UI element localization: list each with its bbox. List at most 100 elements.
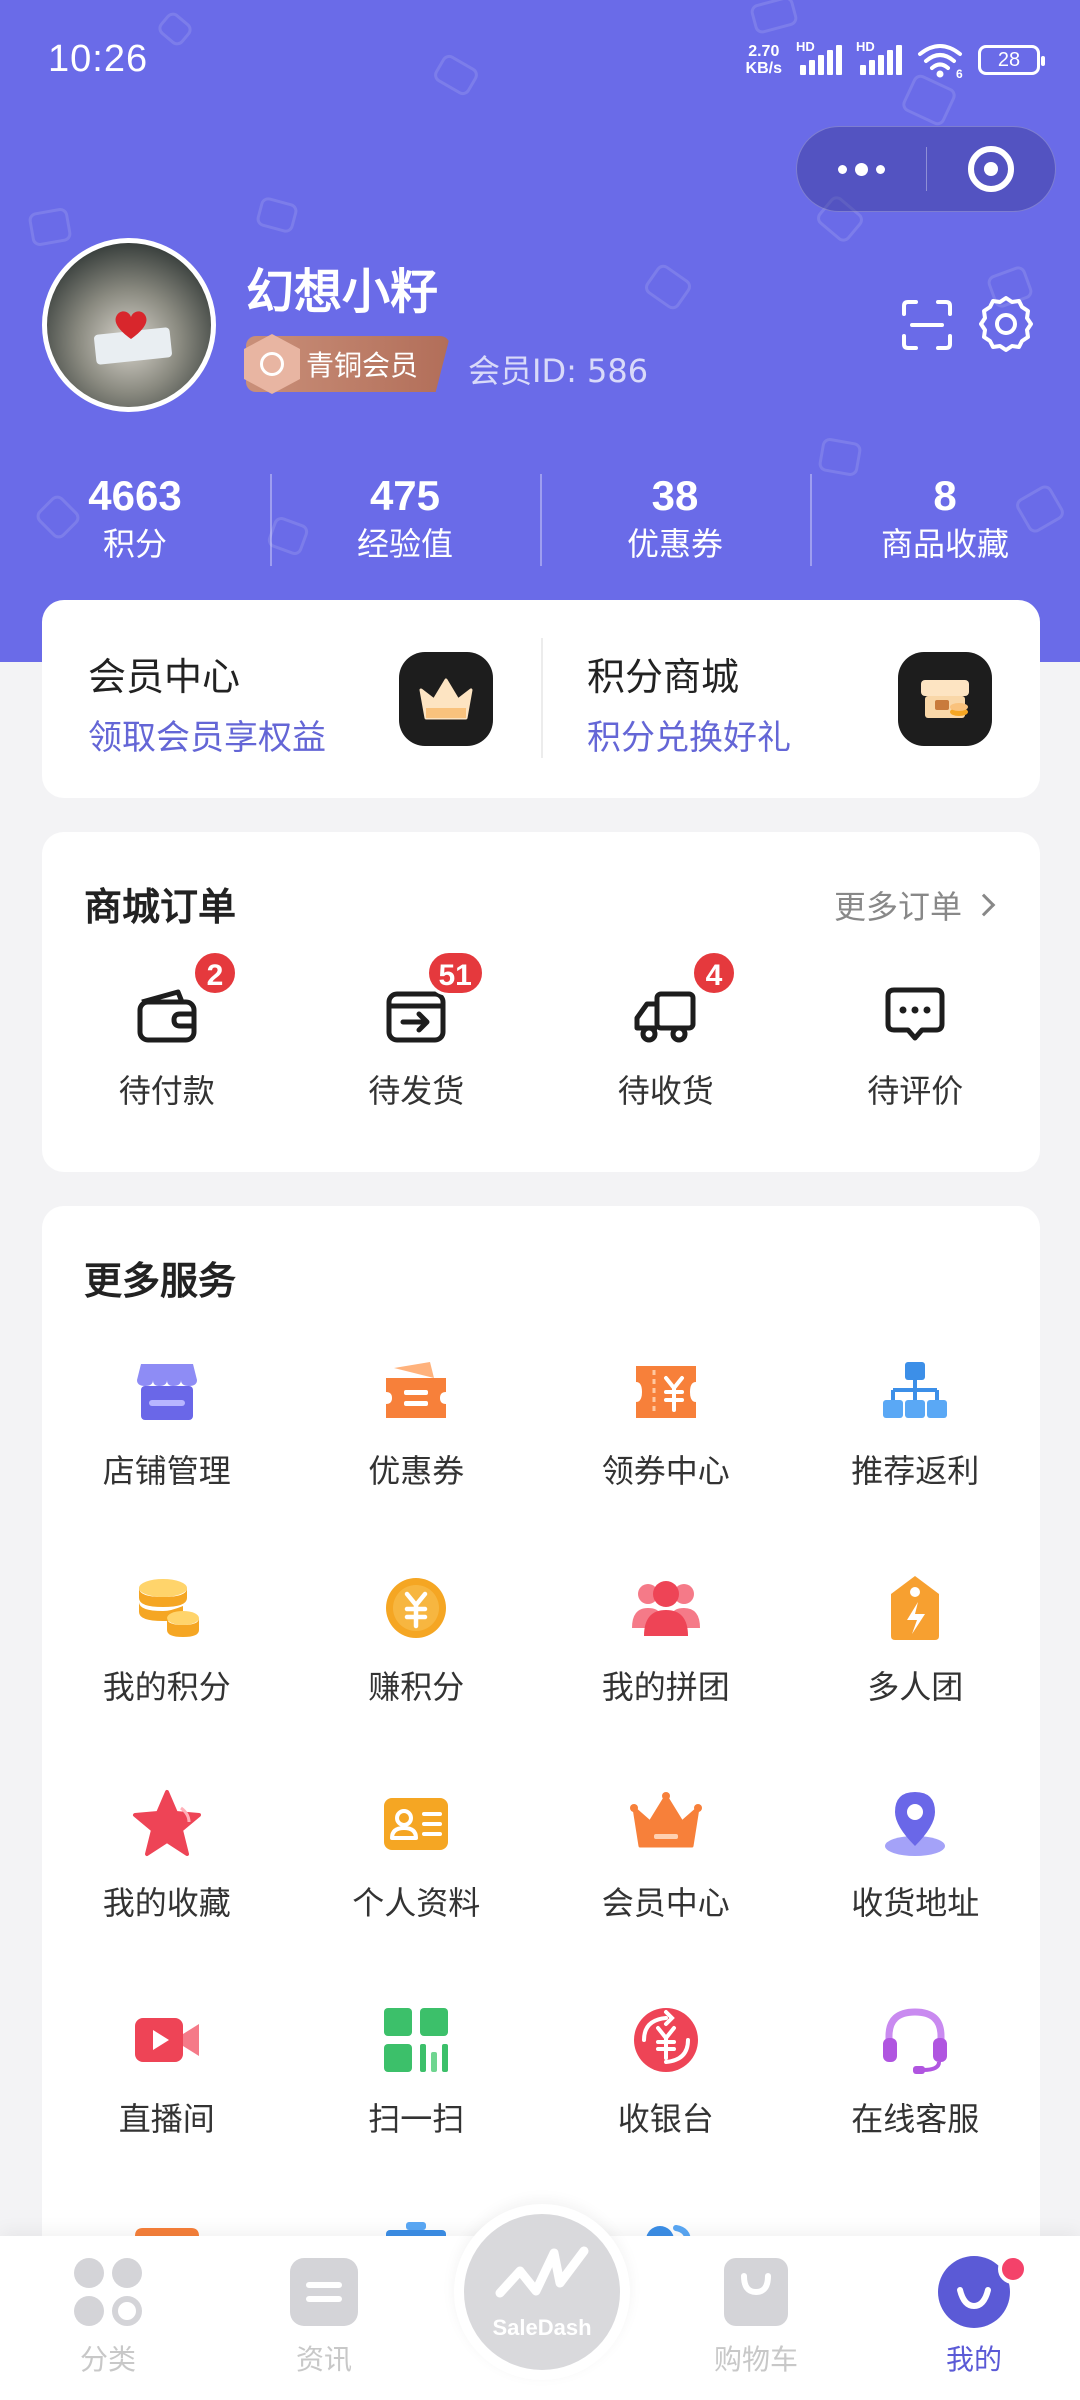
service-label: 收货地址 — [851, 1884, 980, 1922]
service-scan[interactable]: 扫一扫 — [292, 2004, 542, 2138]
stat-label: 积分 — [102, 525, 167, 563]
service-my-points[interactable]: 我的积分 — [42, 1572, 292, 1706]
orders-title: 商城订单 — [84, 885, 237, 929]
signal-icon: HD — [796, 39, 842, 75]
service-store-management[interactable]: 店铺管理 — [42, 1356, 292, 1490]
order-label: 待付款 — [118, 1072, 215, 1110]
tab-label: 分类 — [79, 2343, 136, 2376]
more-orders-link[interactable]: 更多订单 — [833, 882, 996, 928]
yen-coin-icon — [386, 1578, 447, 1638]
service-earn-points[interactable]: 赚积分 — [292, 1572, 542, 1706]
service-member-center[interactable]: 会员中心 — [541, 1788, 791, 1922]
service-label: 直播间 — [118, 2100, 215, 2138]
store-icon — [136, 1364, 197, 1420]
stat-favorites[interactable]: 8 商品收藏 — [810, 470, 1080, 574]
service-label: 我的拼团 — [601, 1668, 730, 1706]
stat-coupons[interactable]: 38 优惠券 — [540, 470, 810, 574]
order-pending-shipment[interactable]: 待发货 51 — [292, 950, 542, 1112]
video-icon — [134, 2018, 199, 2062]
tab-saledash[interactable]: SaleDash — [454, 2204, 630, 2380]
member-center-subtitle: 领取会员享权益 — [88, 718, 326, 758]
service-multi-group[interactable]: 多人团 — [791, 1572, 1041, 1706]
order-pending-review[interactable]: 待评价 — [791, 980, 1041, 1112]
tab-label: 资讯 — [295, 2343, 352, 2376]
service-label: 收银台 — [617, 2100, 714, 2138]
location-icon — [885, 1792, 946, 1856]
stat-value: 8 — [933, 472, 957, 519]
headset-icon — [883, 2008, 948, 2074]
stat-label: 商品收藏 — [880, 525, 1009, 563]
coupon-icon — [386, 1362, 447, 1418]
chevron-right-icon — [972, 893, 996, 917]
service-coupons[interactable]: 优惠券 — [292, 1356, 542, 1490]
stat-value: 475 — [369, 472, 441, 519]
order-label: 待收货 — [617, 1072, 714, 1110]
group-icon — [631, 1581, 700, 1636]
member-card: 会员中心 领取会员享权益 积分商城 积分兑换好礼 — [42, 600, 1040, 798]
category-icon — [74, 2258, 142, 2326]
hierarchy-icon — [883, 1362, 948, 1418]
order-label: 待评价 — [867, 1072, 964, 1110]
service-shipping-address[interactable]: 收货地址 — [791, 1788, 1041, 1922]
tab-news[interactable]: 资讯 — [254, 2252, 394, 2378]
tab-label: 我的 — [945, 2343, 1002, 2376]
service-my-favorites[interactable]: 我的收藏 — [42, 1788, 292, 1922]
tab-category[interactable]: 分类 — [38, 2252, 178, 2378]
service-personal-info[interactable]: 个人资料 — [292, 1788, 542, 1922]
comment-icon — [885, 987, 945, 1041]
service-label: 我的收藏 — [102, 1884, 231, 1922]
order-pending-receipt[interactable]: 待收货 4 — [541, 950, 791, 1112]
notification-dot — [998, 2254, 1028, 2284]
scan-grid-icon — [384, 2008, 449, 2072]
orders-card: 商城订单 更多订单 待付款 2 待发货 51 待收货 4 待评价 — [42, 832, 1040, 1172]
service-label: 扫一扫 — [368, 2100, 465, 2138]
net-speed-value: 2.70 — [748, 43, 780, 60]
order-status-row: 待付款 2 待发货 51 待收货 4 待评价 — [42, 950, 1041, 1112]
member-center-entry[interactable]: 会员中心 领取会员享权益 — [42, 600, 541, 798]
service-online-support[interactable]: 在线客服 — [791, 2004, 1041, 2138]
stat-label: 优惠券 — [626, 525, 723, 563]
more-orders-label: 更多订单 — [833, 888, 962, 926]
points-mall-entry[interactable]: 积分商城 积分兑换好礼 — [541, 600, 1040, 798]
avatar[interactable] — [42, 238, 216, 412]
service-label: 我的积分 — [102, 1668, 231, 1706]
member-id: 会员ID: 586 — [468, 352, 649, 390]
scan-icon[interactable] — [900, 298, 954, 352]
close-miniprogram-button[interactable] — [926, 126, 1055, 212]
points-mall-icon — [898, 652, 992, 746]
status-time: 10:26 — [48, 38, 149, 80]
news-icon — [290, 2258, 358, 2326]
stat-experience[interactable]: 475 经验值 — [270, 470, 540, 574]
order-label: 待发货 — [368, 1072, 465, 1110]
stat-value: 38 — [651, 472, 699, 519]
wifi-icon: 6 — [918, 44, 963, 78]
service-coupon-center[interactable]: 领券中心 — [541, 1356, 791, 1490]
service-referral-rebate[interactable]: 推荐返利 — [791, 1356, 1041, 1490]
wallet-icon — [137, 989, 197, 1043]
count-badge: 4 — [691, 950, 737, 996]
heart-icon — [115, 311, 147, 339]
stats-row: 4663 积分 475 经验值 38 优惠券 8 商品收藏 — [0, 470, 1080, 574]
order-pending-payment[interactable]: 待付款 2 — [42, 950, 292, 1112]
count-badge: 51 — [425, 950, 485, 996]
more-options-button[interactable] — [797, 126, 926, 212]
stat-points[interactable]: 4663 积分 — [0, 470, 270, 574]
services-title: 更多服务 — [84, 1259, 237, 1303]
service-live-room[interactable]: 直播间 — [42, 2004, 292, 2138]
count-badge: 2 — [192, 950, 238, 996]
id-card-icon — [384, 1798, 449, 1850]
gear-icon[interactable] — [976, 294, 1036, 354]
points-mall-subtitle: 积分兑换好礼 — [587, 718, 791, 758]
service-my-group-buy[interactable]: 我的拼团 — [541, 1572, 791, 1706]
yen-refresh-icon — [633, 2008, 698, 2072]
points-mall-title: 积分商城 — [587, 655, 740, 699]
service-label: 店铺管理 — [102, 1452, 231, 1490]
service-label: 多人团 — [867, 1668, 964, 1706]
net-speed-unit: KB/s — [745, 60, 782, 77]
tab-cart[interactable]: 购物车 — [686, 2252, 826, 2378]
service-label: 赚积分 — [368, 1668, 465, 1706]
service-cashier[interactable]: 收银台 — [541, 2004, 791, 2138]
status-icons: 2.70 KB/s HD HD 6 28 — [745, 39, 1045, 78]
stat-label: 经验值 — [356, 525, 453, 563]
battery-indicator: 28 — [978, 45, 1045, 75]
